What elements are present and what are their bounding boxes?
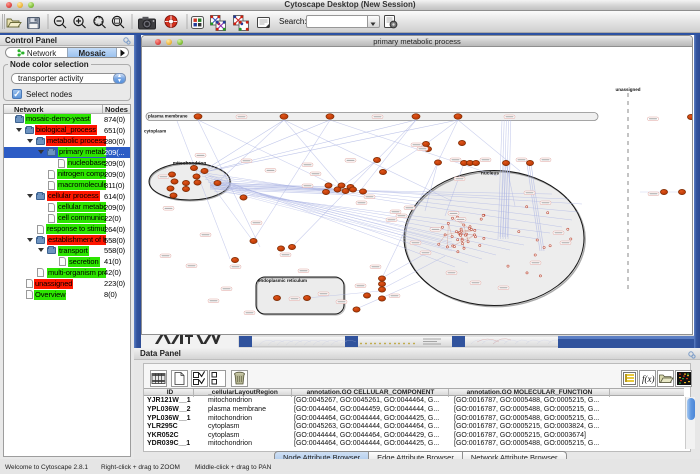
svg-text:mitochondrion: mitochondrion [173,161,207,167]
svg-text:f(x): f(x) [642,374,655,384]
svg-text:unassigned: unassigned [615,87,640,92]
svg-text:cytoplasm: cytoplasm [144,129,166,134]
svg-text:endoplasmic reticulum: endoplasmic reticulum [258,278,307,283]
svg-text:plasma membrane: plasma membrane [148,113,188,118]
svg-text:nucleus: nucleus [481,171,499,177]
